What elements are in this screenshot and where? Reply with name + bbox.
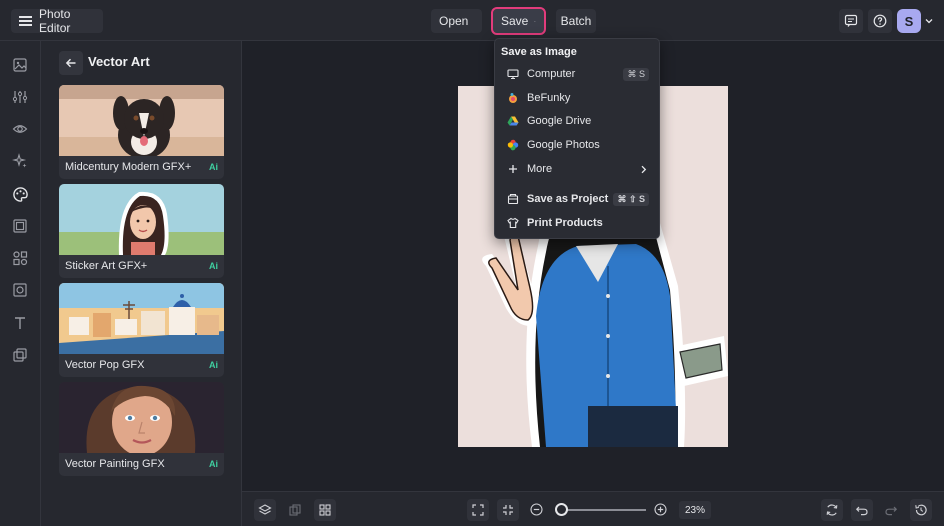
batch-button[interactable]: Batch: [556, 9, 596, 33]
zoom-value[interactable]: 23%: [679, 501, 711, 519]
panel-title: Vector Art: [88, 54, 150, 69]
tool-rail: [0, 41, 41, 526]
effects-panel: Vector Art Midcentury Modern GFX+ Ai Sti…: [41, 41, 242, 526]
help-icon: [873, 14, 887, 28]
menu-item-print-products[interactable]: Print Products: [495, 212, 659, 234]
arrow-left-icon: [65, 58, 76, 68]
collapse-icon: [503, 505, 513, 515]
layers-tool-icon[interactable]: [11, 346, 29, 364]
refresh-icon: [826, 504, 838, 516]
open-label: Open: [439, 14, 469, 28]
redo-icon: [885, 506, 898, 516]
edit-tool-icon[interactable]: [11, 56, 29, 74]
menu-item-google-photos[interactable]: Google Photos: [495, 134, 659, 156]
menu-item-label: Print Products: [527, 217, 603, 229]
plus-icon: [507, 163, 519, 175]
menu-item-befunky[interactable]: BeFunky: [495, 87, 659, 109]
adjust-tool-icon[interactable]: [11, 88, 29, 106]
effect-label: Vector Painting GFX: [65, 458, 165, 470]
reset-button[interactable]: [821, 499, 843, 521]
layers-icon: [258, 504, 272, 515]
shortcut-badge: ⌘ ⇧ S: [613, 192, 649, 206]
undo-button[interactable]: [851, 499, 873, 521]
zoom-in-icon[interactable]: [654, 503, 667, 516]
grid-button[interactable]: [314, 499, 336, 521]
tshirt-icon: [507, 217, 519, 229]
avatar[interactable]: S: [897, 9, 921, 33]
frame-tool-icon[interactable]: [11, 217, 29, 235]
effect-label: Midcentury Modern GFX+: [65, 161, 192, 173]
shortcut-badge: ⌘ S: [623, 67, 649, 81]
ai-badge: Ai: [209, 459, 218, 469]
menu-heading: Save as Image: [501, 46, 577, 58]
art-palette-icon[interactable]: [11, 185, 29, 203]
menu-item-label: Google Photos: [527, 139, 600, 151]
back-button[interactable]: [59, 51, 83, 75]
menu-item-label: BeFunky: [527, 92, 571, 104]
history-button[interactable]: [910, 499, 932, 521]
chevron-down-icon[interactable]: [925, 17, 933, 25]
menu-item-save-as-project[interactable]: Save as Project ⌘ ⇧ S: [495, 188, 659, 210]
app-title: Photo Editor: [39, 7, 71, 35]
fullscreen-icon: [472, 504, 484, 516]
google-drive-icon: [507, 115, 519, 127]
layers-button[interactable]: [254, 499, 276, 521]
texture-tool-icon[interactable]: [11, 281, 29, 299]
ai-badge: Ai: [209, 261, 218, 271]
effect-thumbnail: [59, 283, 224, 354]
ai-badge: Ai: [209, 162, 218, 172]
undo-icon: [855, 506, 868, 516]
history-icon: [915, 504, 927, 516]
comments-button[interactable]: [839, 9, 863, 33]
text-tool-icon[interactable]: [11, 314, 29, 332]
sparkle-tool-icon[interactable]: [11, 152, 29, 170]
chevron-right-icon: [641, 165, 647, 173]
actual-size-button[interactable]: [497, 499, 519, 521]
chevron-down-icon: [534, 20, 536, 22]
hamburger-icon: [19, 16, 32, 26]
redo-button[interactable]: [880, 499, 902, 521]
effect-card-vector-painting[interactable]: Vector Painting GFX Ai: [59, 382, 224, 476]
menu-item-label: More: [527, 163, 553, 175]
effect-thumbnail: [59, 382, 224, 453]
menu-item-computer[interactable]: Computer ⌘ S: [495, 63, 659, 85]
effect-label: Vector Pop GFX: [65, 359, 145, 371]
effect-thumbnail: [59, 85, 224, 156]
help-button[interactable]: [868, 9, 892, 33]
open-button[interactable]: Open: [431, 9, 482, 33]
effect-card-sticker-art[interactable]: Sticker Art GFX+ Ai: [59, 184, 224, 278]
zoom-slider-handle[interactable]: [555, 503, 568, 516]
menu-item-label: Computer: [527, 68, 576, 80]
save-label: Save: [501, 14, 529, 28]
save-dropdown-menu: Save as Image Computer ⌘ S BeFunky Googl…: [494, 38, 660, 239]
compare-button[interactable]: [284, 499, 306, 521]
effect-label: Sticker Art GFX+: [65, 260, 148, 272]
effect-card-vector-pop[interactable]: Vector Pop GFX Ai: [59, 283, 224, 377]
ai-badge: Ai: [209, 360, 218, 370]
compare-icon: [289, 504, 301, 516]
graphics-tool-icon[interactable]: [11, 249, 29, 267]
project-icon: [507, 193, 519, 205]
zoom-slider-track[interactable]: [561, 509, 646, 511]
avatar-initial: S: [904, 13, 914, 29]
grid-icon: [319, 504, 331, 516]
monitor-icon: [507, 68, 519, 80]
batch-label: Batch: [560, 14, 592, 28]
fit-screen-button[interactable]: [467, 499, 489, 521]
app-menu-button[interactable]: Photo Editor: [11, 7, 103, 35]
save-button[interactable]: Save: [491, 7, 546, 35]
effect-card-midcentury[interactable]: Midcentury Modern GFX+ Ai: [59, 85, 224, 179]
zoom-out-icon[interactable]: [530, 503, 543, 516]
comment-icon: [844, 14, 858, 27]
eye-tool-icon[interactable]: [11, 120, 29, 138]
menu-item-label: Google Drive: [527, 115, 592, 127]
google-photos-icon: [507, 139, 519, 151]
menu-item-label: Save as Project: [527, 193, 609, 205]
menu-item-google-drive[interactable]: Google Drive: [495, 110, 659, 132]
effect-thumbnail: [59, 184, 224, 255]
befunky-icon: [507, 92, 519, 104]
menu-item-more[interactable]: More: [495, 158, 659, 180]
